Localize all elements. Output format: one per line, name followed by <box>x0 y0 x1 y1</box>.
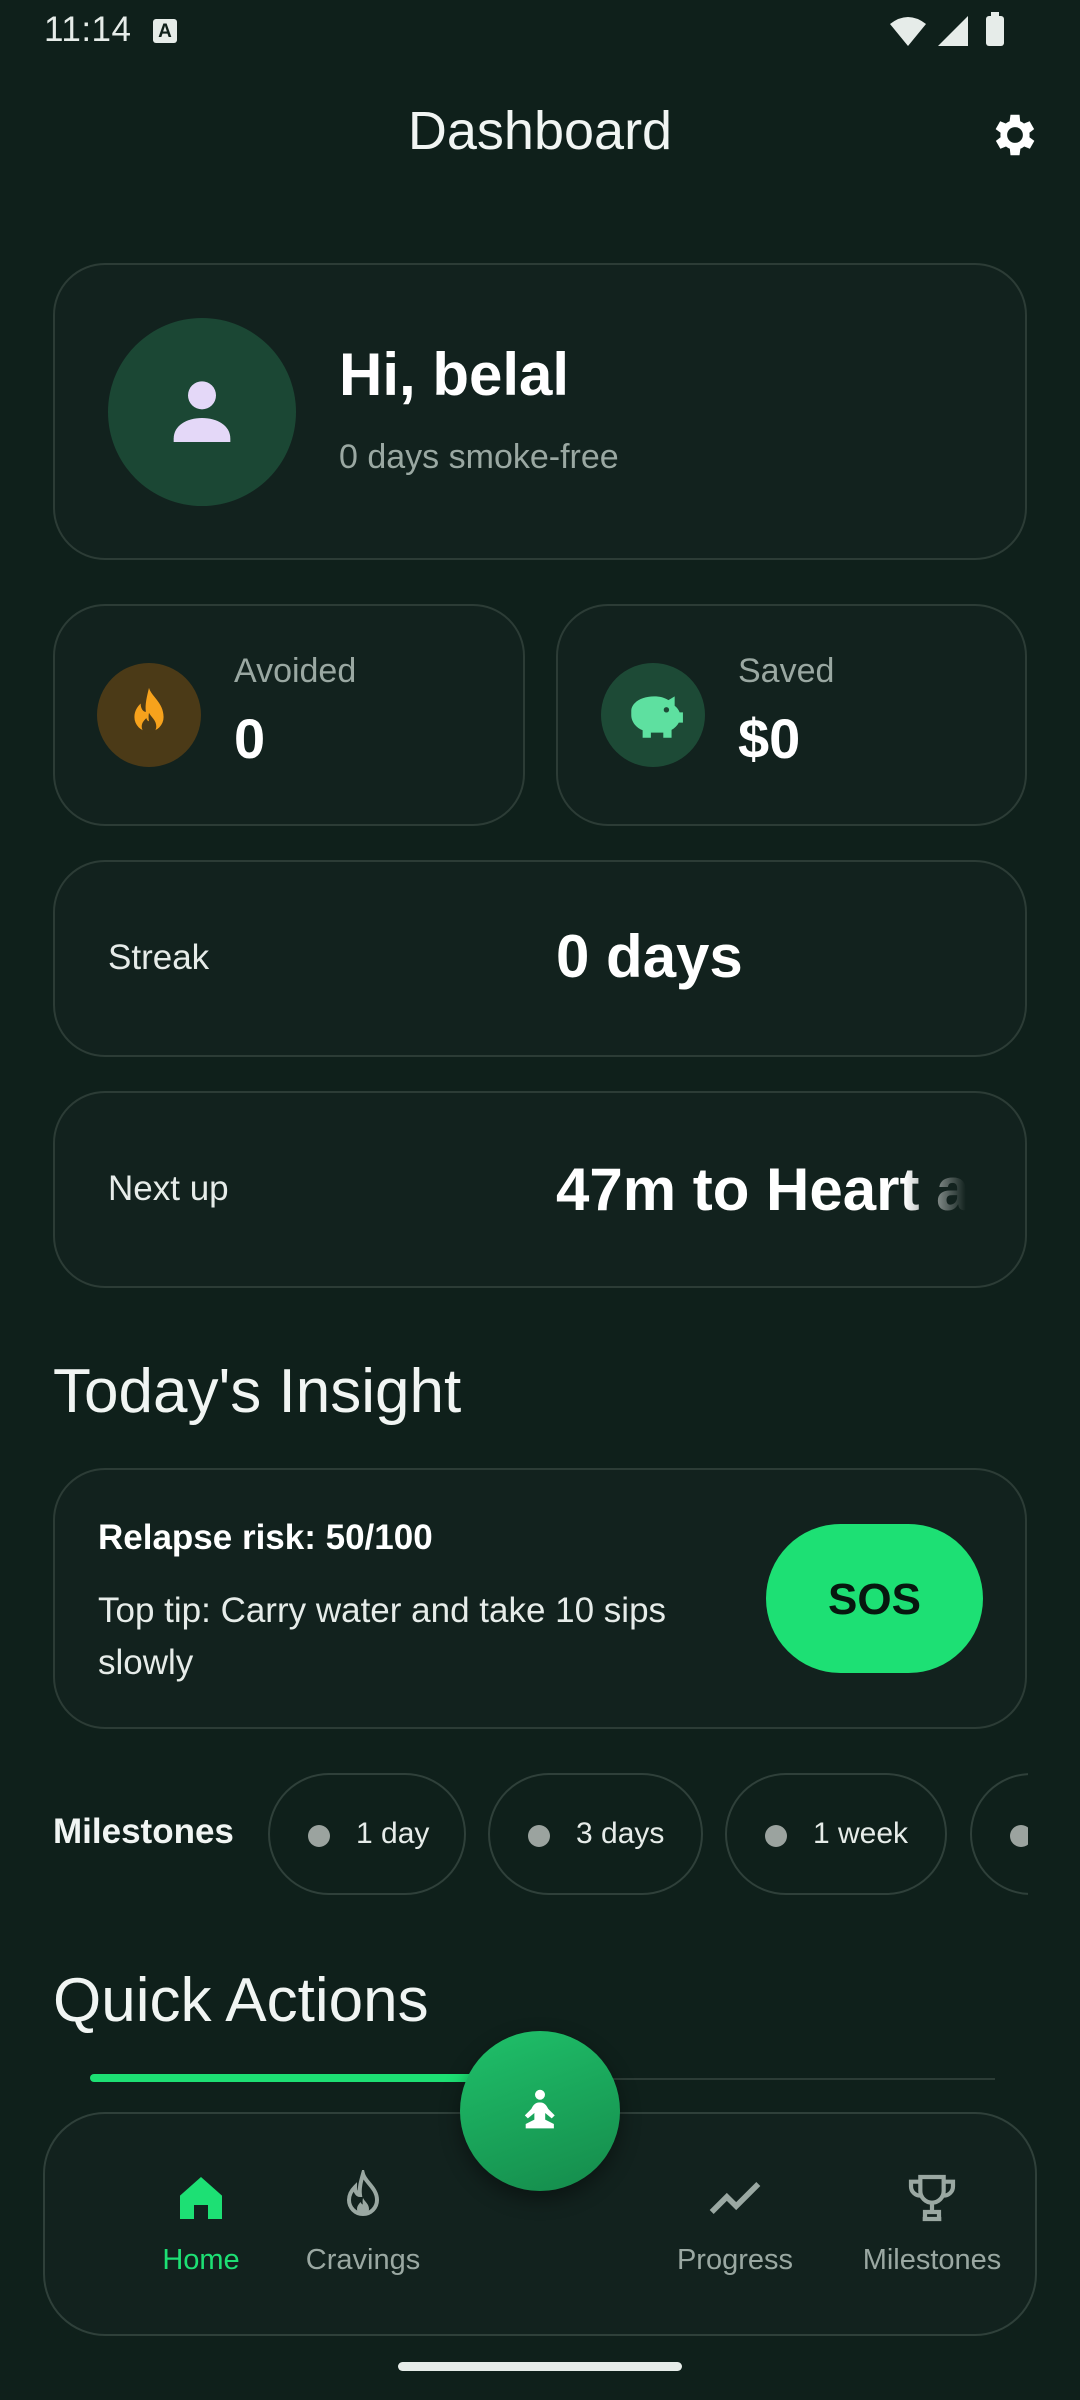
streak-label: Streak <box>108 938 210 977</box>
saved-icon-badge <box>601 663 705 767</box>
notification-badge: A <box>153 19 177 43</box>
nav-milestones[interactable]: Milestones <box>832 2114 1032 2336</box>
greeting: Hi, belal <box>339 341 570 408</box>
saved-value: $0 <box>738 707 801 770</box>
streak-value: 0 days <box>556 923 743 990</box>
signal-icon <box>938 16 968 46</box>
milestone-chip[interactable] <box>970 1773 1028 1895</box>
nav-milestones-label: Milestones <box>862 2244 1002 2276</box>
avoided-label: Avoided <box>234 652 357 690</box>
sos-button[interactable]: SOS <box>766 1524 983 1673</box>
next-up-value: 47m to Heart a <box>556 1156 966 1223</box>
status-icons <box>890 12 1004 46</box>
milestone-chips: 1 day 3 days 1 week <box>268 1773 1028 1897</box>
avatar[interactable] <box>108 318 296 506</box>
insight-section-title: Today's Insight <box>53 1357 462 1426</box>
smoke-free-days: 0 days smoke-free <box>339 438 619 476</box>
milestone-chip[interactable]: 3 days <box>488 1773 703 1895</box>
quick-actions-title: Quick Actions <box>53 1966 429 2035</box>
trend-line-icon <box>709 2182 761 2214</box>
flame-outline-icon <box>346 2170 380 2216</box>
avoided-icon-badge <box>97 663 201 767</box>
home-indicator <box>398 2362 682 2371</box>
milestone-chip-label: 1 day <box>356 1817 430 1850</box>
saved-label: Saved <box>738 652 835 690</box>
wifi-icon <box>890 17 926 46</box>
nav-cravings-label: Cravings <box>305 2244 421 2276</box>
next-up-label: Next up <box>108 1169 229 1208</box>
quick-action-card-top <box>90 2074 495 2082</box>
person-icon <box>173 381 231 442</box>
relapse-risk: Relapse risk: 50/100 <box>98 1518 433 1557</box>
gear-icon[interactable] <box>988 108 1042 162</box>
top-tip: Top tip: Carry water and take 10 sips sl… <box>98 1591 667 1682</box>
page-title: Dashboard <box>407 101 673 161</box>
milestone-chip[interactable]: 1 day <box>268 1773 466 1895</box>
milestones-label: Milestones <box>53 1812 234 1851</box>
milestone-chip-label: 3 days <box>576 1817 665 1850</box>
nav-progress[interactable]: Progress <box>635 2114 835 2336</box>
status-time: 11:14 <box>44 10 132 49</box>
home-icon <box>180 2177 222 2219</box>
avoided-value: 0 <box>234 707 266 770</box>
flame-icon <box>134 687 164 734</box>
piggy-bank-icon <box>631 696 683 738</box>
milestone-chip[interactable]: 1 week <box>725 1773 947 1895</box>
meditation-fab[interactable] <box>460 2031 620 2191</box>
nav-progress-label: Progress <box>676 2244 794 2276</box>
meditation-icon <box>524 2089 555 2129</box>
trophy-icon <box>908 2174 956 2222</box>
milestone-chip-label: 1 week <box>813 1817 909 1850</box>
nav-cravings[interactable]: Cravings <box>263 2114 463 2336</box>
battery-icon <box>986 16 1004 46</box>
